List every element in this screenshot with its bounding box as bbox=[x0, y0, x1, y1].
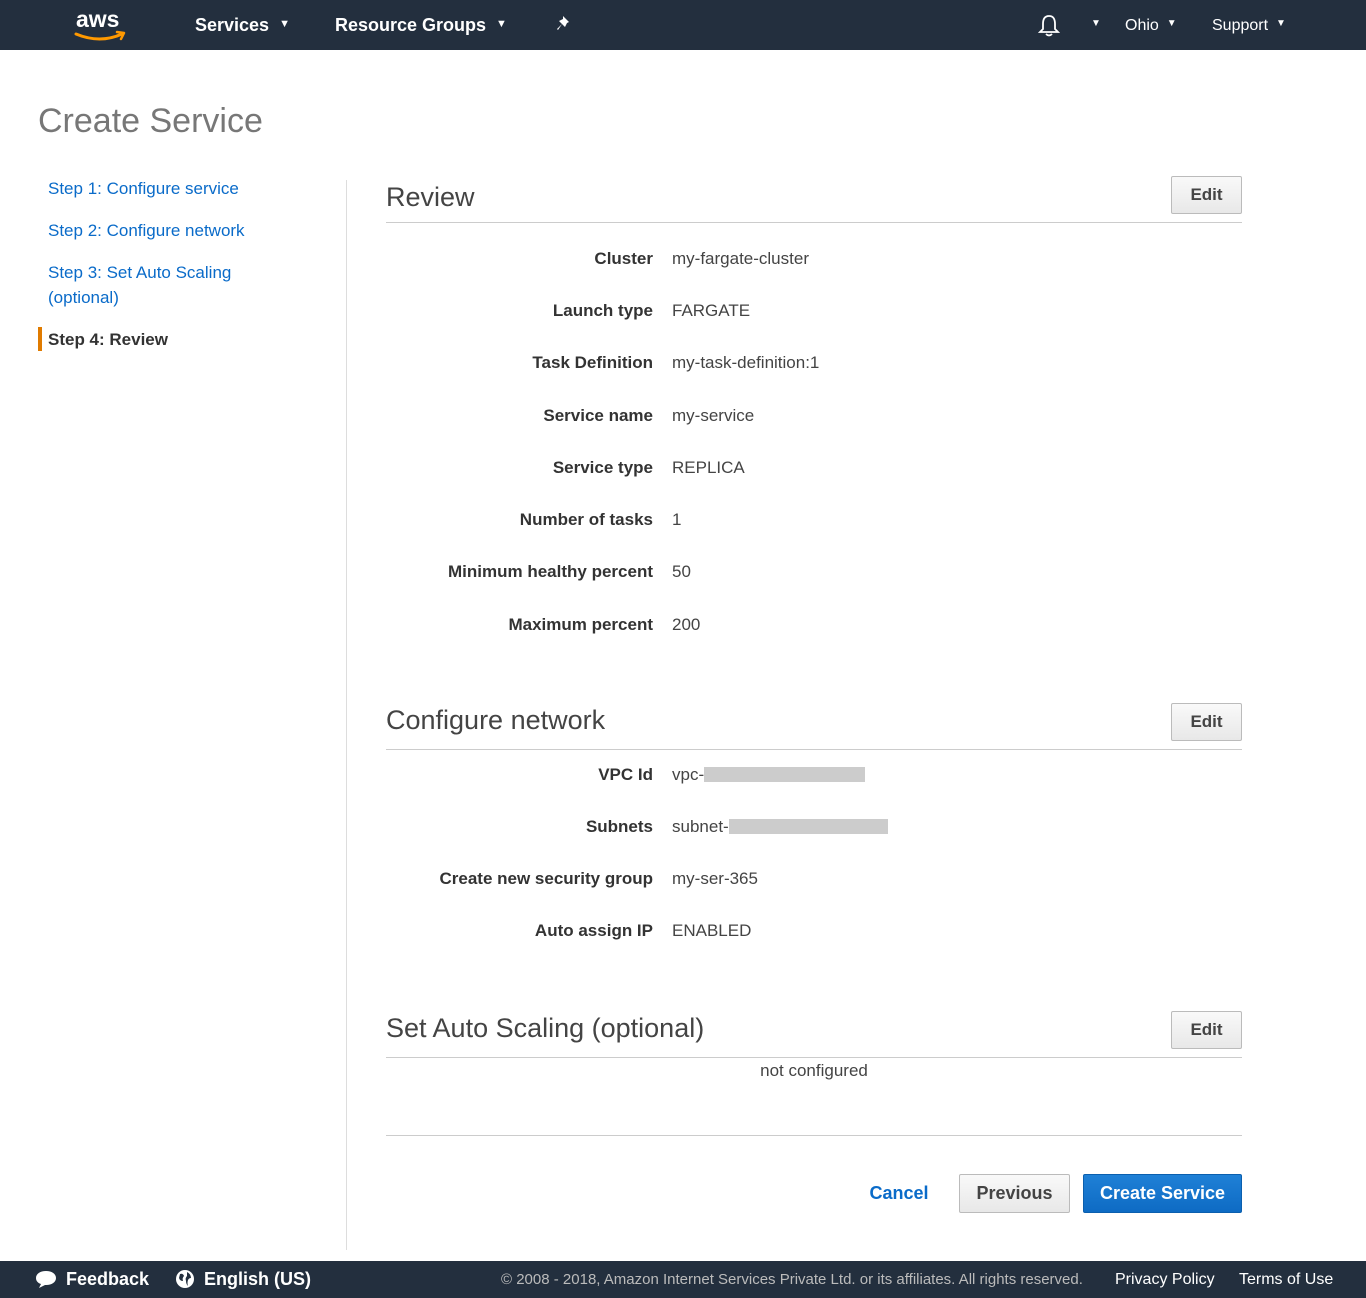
section-divider bbox=[386, 749, 1242, 750]
copyright-text: © 2008 - 2018, Amazon Internet Services … bbox=[501, 1271, 1083, 1288]
field-value: my-fargate-cluster bbox=[672, 249, 809, 268]
terms-of-use-link[interactable]: Terms of Use bbox=[1239, 1261, 1333, 1298]
field-value: 200 bbox=[672, 615, 701, 634]
field-value: 50 bbox=[672, 562, 691, 581]
edit-review-button[interactable]: Edit bbox=[1171, 176, 1242, 214]
step-review: Step 4: Review bbox=[38, 327, 318, 352]
privacy-policy-link[interactable]: Privacy Policy bbox=[1115, 1261, 1215, 1298]
field-value: my-ser-365 bbox=[672, 869, 758, 888]
resource-groups-label: Resource Groups bbox=[335, 15, 487, 35]
edit-autoscaling-button[interactable]: Edit bbox=[1171, 1011, 1242, 1049]
field-label: Service name bbox=[543, 406, 653, 425]
field-label: Auto assign IP bbox=[534, 921, 653, 940]
speech-bubble-icon bbox=[36, 1270, 56, 1288]
field-label: Service type bbox=[552, 458, 653, 477]
field-cluster: Cluster my-fargate-cluster bbox=[386, 247, 1242, 271]
field-max-percent: Maximum percent 200 bbox=[386, 613, 1242, 637]
field-security-group: Create new security group my-ser-365 bbox=[386, 867, 1242, 891]
redacted-block bbox=[728, 819, 888, 835]
actions-divider bbox=[386, 1135, 1242, 1136]
top-nav: aws Services ▼ Resource Groups ▼ ▼ Ohio ▼ S… bbox=[0, 0, 1366, 50]
vpc-prefix: vpc- bbox=[672, 765, 705, 784]
field-service-type: Service type REPLICA bbox=[386, 456, 1242, 480]
field-value: my-task-definition:1 bbox=[672, 353, 820, 372]
field-vpc-id: VPC Id vpc- bbox=[386, 763, 1242, 787]
field-auto-assign-ip: Auto assign IP ENABLED bbox=[386, 919, 1242, 943]
language-label: English (US) bbox=[204, 1269, 311, 1289]
chevron-down-icon: ▼ bbox=[1166, 18, 1177, 29]
globe-icon bbox=[176, 1269, 194, 1288]
chevron-down-icon: ▼ bbox=[496, 18, 507, 31]
step-configure-service[interactable]: Step 1: Configure service bbox=[38, 176, 268, 201]
footer: Feedback English (US) © 2008 - 2018, Ama… bbox=[0, 1261, 1366, 1298]
feedback-link[interactable]: Feedback bbox=[34, 1261, 149, 1298]
review-title: Review bbox=[386, 182, 475, 212]
create-service-button[interactable]: Create Service bbox=[1083, 1174, 1242, 1213]
support-label: Support bbox=[1212, 17, 1269, 35]
subnet-prefix: subnet- bbox=[672, 817, 729, 836]
field-service-name: Service name my-service bbox=[386, 404, 1242, 428]
step-auto-scaling[interactable]: Step 3: Set Auto Scaling (optional) bbox=[38, 260, 258, 310]
services-menu[interactable]: Services ▼ bbox=[195, 0, 290, 50]
section-divider bbox=[386, 222, 1242, 223]
field-launch-type: Launch type FARGATE bbox=[386, 299, 1242, 323]
previous-button[interactable]: Previous bbox=[959, 1174, 1070, 1213]
notifications-dropdown[interactable]: ▼ bbox=[1083, 0, 1101, 52]
field-value: subnet- bbox=[672, 815, 888, 839]
pin-icon[interactable] bbox=[555, 14, 575, 39]
page-title: Create Service bbox=[38, 102, 263, 140]
language-selector[interactable]: English (US) bbox=[174, 1261, 311, 1298]
chevron-down-icon: ▼ bbox=[1276, 18, 1286, 29]
aws-logo-text: aws bbox=[76, 6, 120, 32]
field-label: Minimum healthy percent bbox=[448, 562, 653, 581]
services-label: Services bbox=[195, 15, 270, 35]
field-label: Cluster bbox=[594, 249, 653, 268]
field-number-of-tasks: Number of tasks 1 bbox=[386, 508, 1242, 532]
autoscaling-title: Set Auto Scaling (optional) bbox=[386, 1013, 705, 1043]
field-value: vpc- bbox=[672, 763, 866, 787]
field-value: my-service bbox=[672, 406, 755, 425]
field-label: Launch type bbox=[552, 301, 653, 320]
network-title: Configure network bbox=[386, 705, 606, 735]
field-min-healthy-percent: Minimum healthy percent 50 bbox=[386, 560, 1242, 584]
field-value: REPLICA bbox=[672, 458, 745, 477]
redacted-block bbox=[704, 767, 866, 783]
step-configure-network[interactable]: Step 2: Configure network bbox=[38, 218, 268, 243]
field-subnets: Subnets subnet- bbox=[386, 815, 1242, 839]
cancel-link[interactable]: Cancel bbox=[852, 1180, 946, 1206]
chevron-down-icon: ▼ bbox=[1091, 18, 1101, 29]
field-value: ENABLED bbox=[672, 921, 752, 940]
field-label: Create new security group bbox=[439, 869, 653, 888]
chevron-down-icon: ▼ bbox=[279, 18, 290, 31]
aws-smile-icon bbox=[74, 30, 126, 41]
field-label: Subnets bbox=[585, 817, 653, 836]
field-label: VPC Id bbox=[598, 765, 653, 784]
aws-logo[interactable]: aws bbox=[74, 6, 130, 44]
edit-network-button[interactable]: Edit bbox=[1171, 703, 1242, 741]
field-value: 1 bbox=[672, 510, 682, 529]
field-label: Number of tasks bbox=[519, 510, 653, 529]
field-task-definition: Task Definition my-task-definition:1 bbox=[386, 351, 1242, 375]
section-divider bbox=[386, 1057, 1242, 1058]
feedback-label: Feedback bbox=[66, 1269, 150, 1289]
field-label: Task Definition bbox=[532, 353, 653, 372]
autoscaling-status: not configured bbox=[760, 1061, 868, 1080]
support-menu[interactable]: Support ▼ bbox=[1212, 0, 1286, 52]
field-label: Maximum percent bbox=[508, 615, 653, 634]
field-value: FARGATE bbox=[672, 301, 751, 320]
bell-icon[interactable] bbox=[1037, 14, 1061, 43]
sidebar-divider bbox=[346, 180, 347, 1250]
region-label: Ohio bbox=[1125, 17, 1159, 35]
wizard-steps: Step 1: Configure service Step 2: Config… bbox=[38, 176, 318, 369]
region-menu[interactable]: Ohio ▼ bbox=[1125, 0, 1177, 52]
resource-groups-menu[interactable]: Resource Groups ▼ bbox=[335, 0, 507, 50]
